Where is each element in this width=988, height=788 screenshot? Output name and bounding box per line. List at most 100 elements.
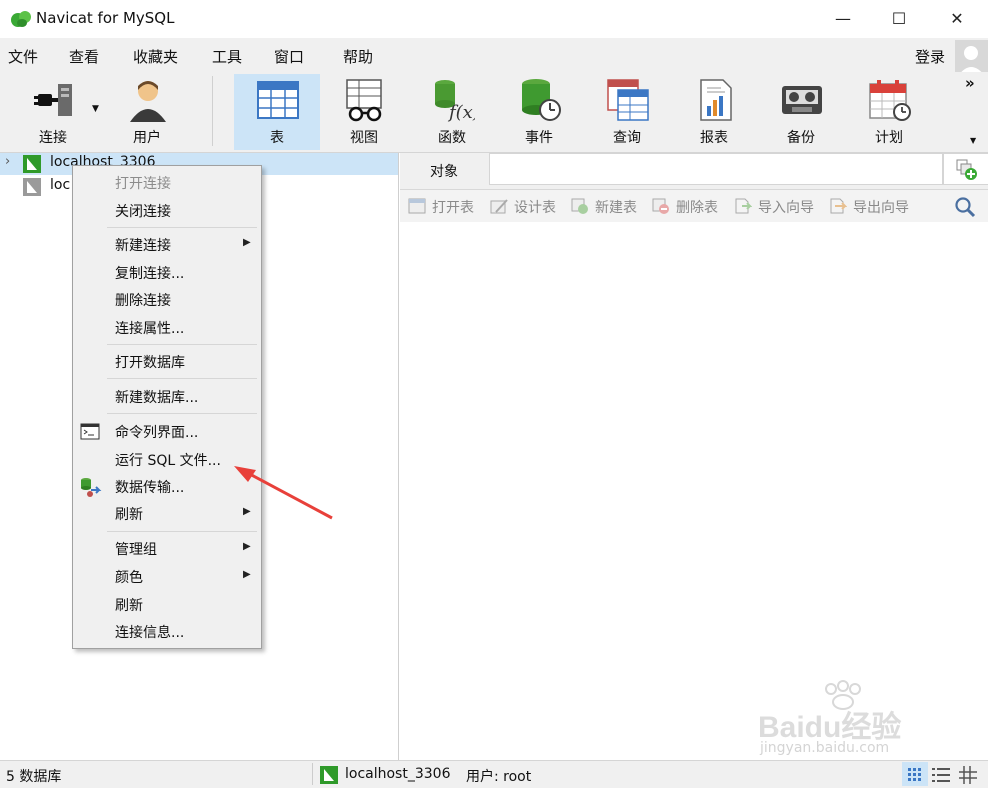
menu-close-connection[interactable]: 关闭连接 bbox=[115, 201, 171, 221]
delete-table-icon bbox=[652, 198, 669, 214]
submenu-arrow-icon: ▶ bbox=[243, 541, 251, 552]
toolbar-query-button[interactable]: 查询 bbox=[584, 74, 670, 150]
grid-view-icon[interactable] bbox=[959, 766, 977, 784]
context-menu: 打开连接 关闭连接 新建连接 ▶ 复制连接... 删除连接 连接属性... 打开… bbox=[72, 165, 262, 649]
title-bar: Navicat for MySQL — ☐ ✕ bbox=[0, 0, 988, 38]
toolbar-event-label: 事件 bbox=[525, 130, 553, 146]
toolbar-function-label: 函数 bbox=[438, 130, 466, 146]
submenu-arrow-icon: ▶ bbox=[243, 569, 251, 580]
menu-data-transfer[interactable]: 数据传输... bbox=[115, 477, 184, 497]
open-table-icon bbox=[408, 198, 426, 214]
console-icon bbox=[80, 423, 100, 440]
menu-separator bbox=[107, 531, 257, 532]
menu-duplicate-connection[interactable]: 复制连接... bbox=[115, 263, 184, 283]
expand-chevron-icon[interactable]: › bbox=[5, 154, 10, 169]
navicat-logo-icon bbox=[11, 11, 31, 27]
menu-window[interactable]: 窗口 bbox=[274, 46, 304, 67]
login-link[interactable]: 登录 bbox=[915, 46, 945, 67]
toolbar-user-button[interactable]: 用户 bbox=[104, 74, 190, 150]
connect-dropdown-icon[interactable]: ▼ bbox=[92, 104, 99, 114]
toolbar-table-label: 表 bbox=[270, 130, 284, 146]
menu-delete-connection[interactable]: 删除连接 bbox=[115, 290, 171, 310]
avatar[interactable] bbox=[955, 40, 988, 76]
mysql-connection-closed-icon bbox=[23, 178, 41, 196]
menu-help[interactable]: 帮助 bbox=[343, 46, 373, 67]
menu-open-database[interactable]: 打开数据库 bbox=[115, 352, 185, 372]
data-transfer-icon bbox=[81, 478, 102, 497]
object-tab-bar: 对象 bbox=[400, 153, 988, 190]
baidu-watermark: Baidu经验 jingyan.baidu.com bbox=[758, 680, 968, 760]
object-tab-strip bbox=[489, 153, 943, 185]
toolbar-schedule-button[interactable]: 计划 bbox=[846, 74, 932, 150]
menu-file[interactable]: 文件 bbox=[8, 46, 38, 67]
toolbar-event-button[interactable]: 事件 bbox=[496, 74, 582, 150]
object-toolbar: 打开表 设计表 新建表 删除表 导入向导 导出向导 bbox=[400, 190, 988, 222]
menu-open-connection[interactable]: 打开连接 bbox=[115, 173, 171, 193]
list-view-icon bbox=[908, 768, 921, 781]
close-button[interactable]: ✕ bbox=[928, 0, 986, 38]
detail-view-icon[interactable] bbox=[932, 767, 950, 783]
new-table-label: 新建表 bbox=[595, 200, 637, 216]
table-icon bbox=[257, 81, 299, 119]
menu-manage-group[interactable]: 管理组 bbox=[115, 539, 157, 559]
menu-tools[interactable]: 工具 bbox=[212, 46, 242, 67]
tab-objects-label: 对象 bbox=[430, 164, 458, 180]
toolbar-report-label: 报表 bbox=[700, 130, 728, 146]
export-icon bbox=[830, 198, 847, 214]
toolbar-backup-label: 备份 bbox=[787, 130, 815, 146]
menu-color[interactable]: 颜色 bbox=[115, 567, 143, 587]
backup-tape-icon bbox=[782, 86, 822, 114]
event-clock-icon bbox=[522, 79, 561, 121]
user-icon bbox=[130, 81, 166, 122]
export-wizard-label: 导出向导 bbox=[853, 200, 909, 216]
toolbar-report-button[interactable]: 报表 bbox=[671, 74, 757, 150]
tree-item-label: loc bbox=[50, 177, 71, 193]
toolbar-schedule-label: 计划 bbox=[875, 130, 903, 146]
menu-run-sql-file[interactable]: 运行 SQL 文件... bbox=[115, 450, 221, 470]
function-icon: f(x) bbox=[435, 80, 475, 122]
toolbar-table-button[interactable]: 表 bbox=[234, 74, 320, 150]
import-wizard-label: 导入向导 bbox=[758, 200, 814, 216]
menu-favorites[interactable]: 收藏夹 bbox=[133, 46, 178, 67]
menu-new-connection[interactable]: 新建连接 bbox=[115, 235, 171, 255]
toolbar-view-button[interactable]: 视图 bbox=[321, 74, 407, 150]
toolbar-backup-button[interactable]: 备份 bbox=[758, 74, 844, 150]
database-count: 5 数据库 bbox=[6, 769, 62, 785]
tab-objects[interactable]: 对象 bbox=[400, 153, 488, 189]
search-icon[interactable] bbox=[954, 196, 976, 218]
menu-connection-properties[interactable]: 连接属性... bbox=[115, 318, 184, 338]
open-table-label: 打开表 bbox=[432, 200, 474, 216]
menu-refresh[interactable]: 刷新 bbox=[115, 504, 143, 524]
toolbar-function-button[interactable]: f(x) 函数 bbox=[409, 74, 495, 150]
menu-connection-info[interactable]: 连接信息... bbox=[115, 622, 184, 642]
menu-bar: 文件 查看 收藏夹 工具 窗口 帮助 登录 bbox=[0, 38, 988, 76]
watermark-url: jingyan.baidu.com bbox=[760, 740, 890, 756]
toolbar-connect-button[interactable]: 连接 bbox=[10, 74, 96, 150]
view-list-button[interactable] bbox=[902, 762, 928, 786]
calendar-icon bbox=[869, 80, 911, 121]
mysql-connection-icon bbox=[23, 155, 41, 173]
menu-view[interactable]: 查看 bbox=[69, 46, 99, 67]
toolbar-overflow-button[interactable]: » bbox=[965, 74, 975, 92]
annotation-arrow-icon bbox=[234, 466, 333, 520]
menu-command-line[interactable]: 命令列界面... bbox=[115, 422, 198, 442]
view-glasses-icon bbox=[346, 79, 382, 122]
menu-separator bbox=[107, 227, 257, 228]
main-toolbar: 连接 ▼ 用户 表 视图 f(x 函数 事件 查询 报表 备份 计划 » ▼ bbox=[0, 72, 988, 153]
design-table-icon bbox=[490, 199, 508, 214]
minimize-button[interactable]: — bbox=[814, 0, 872, 38]
status-user: 用户: root bbox=[466, 769, 532, 785]
toolbar-divider bbox=[212, 76, 213, 146]
toolbar-options-icon[interactable]: ▼ bbox=[970, 136, 976, 145]
menu-new-database[interactable]: 新建数据库... bbox=[115, 387, 198, 407]
delete-table-label: 删除表 bbox=[676, 200, 718, 216]
user-avatar-icon bbox=[958, 46, 985, 76]
menu-refresh-2[interactable]: 刷新 bbox=[115, 595, 143, 615]
design-table-label: 设计表 bbox=[514, 200, 556, 216]
mysql-connection-icon bbox=[320, 766, 338, 784]
toolbar-user-label: 用户 bbox=[133, 130, 161, 146]
submenu-arrow-icon: ▶ bbox=[243, 237, 251, 248]
new-tab-button[interactable] bbox=[943, 153, 988, 185]
maximize-button[interactable]: ☐ bbox=[870, 0, 928, 38]
new-tab-icon bbox=[956, 159, 977, 180]
